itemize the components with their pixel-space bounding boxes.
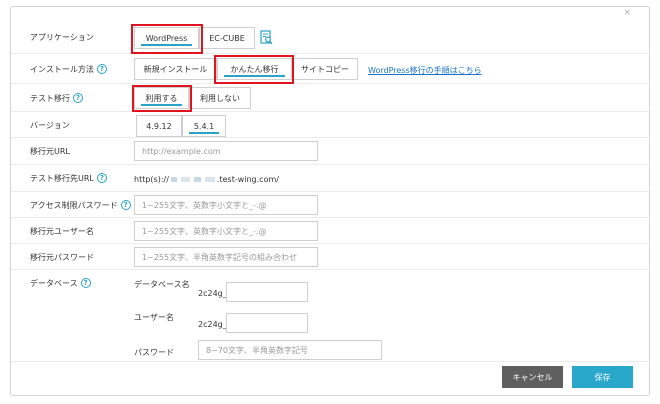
row-source-user: 移行元ユーザー名 1~255文字、英数字小文字と_-.@ — [11, 218, 651, 244]
db-name-input[interactable] — [226, 282, 308, 302]
migration-guide-link[interactable]: WordPress移行の手順はこちら — [368, 65, 482, 76]
option-new-install[interactable]: 新規インストール — [134, 58, 217, 80]
row-application: アプリケーション WordPress EC-CUBE — [11, 21, 651, 54]
db-user-input[interactable] — [226, 313, 308, 333]
help-icon[interactable]: ? — [120, 200, 131, 210]
db-name-prefix: 2c24g_ — [198, 289, 227, 298]
migration-form-panel: × アプリケーション WordPress EC-CUBE インストール方法? 新… — [10, 6, 651, 396]
row-version: バージョン 4.9.12 5.4.1 — [11, 112, 651, 138]
access-password-label: アクセス制限パスワード? — [30, 199, 131, 211]
db-password-label: パスワード — [134, 348, 174, 357]
db-name-label: データベース名 — [134, 280, 190, 289]
option-version-4912[interactable]: 4.9.12 — [136, 115, 182, 137]
row-test-url: テスト移行先URL? http(s)://.test-wing.com/ — [11, 165, 651, 192]
option-use[interactable]: 利用する — [134, 87, 189, 109]
option-wordpress[interactable]: WordPress — [134, 27, 199, 49]
row-source-password: 移行元パスワード 1~255文字、半角英数字記号の組み合わせ — [11, 244, 651, 270]
source-user-label: 移行元ユーザー名 — [30, 226, 94, 236]
db-password-input[interactable]: 8~70文字、半角英数字記号 — [198, 340, 382, 360]
search-document-icon[interactable] — [260, 30, 273, 45]
cancel-button[interactable]: キャンセル — [502, 366, 563, 388]
option-version-541[interactable]: 5.4.1 — [182, 115, 226, 137]
row-test-migration: テスト移行? 利用する 利用しない — [11, 84, 651, 112]
install-method-label: インストール方法? — [30, 63, 107, 75]
test-url-label: テスト移行先URL? — [30, 172, 107, 184]
db-user-label: ユーザー名 — [134, 313, 174, 322]
application-label: アプリケーション — [30, 32, 94, 42]
close-icon[interactable]: × — [623, 8, 631, 18]
access-password-input[interactable]: 1~255文字、英数字小文字と_-.@ — [134, 195, 318, 215]
help-icon[interactable]: ? — [96, 173, 107, 183]
database-label: データベース? — [30, 277, 91, 289]
source-url-input[interactable]: http://example.com — [134, 141, 318, 161]
version-label: バージョン — [30, 120, 70, 130]
help-icon[interactable]: ? — [80, 278, 91, 288]
source-user-input[interactable]: 1~255文字、英数字小文字と_-.@ — [134, 221, 318, 241]
save-button[interactable]: 保存 — [572, 366, 633, 388]
source-url-label: 移行元URL — [30, 146, 70, 156]
source-password-input[interactable]: 1~255文字、半角英数字記号の組み合わせ — [134, 247, 318, 267]
option-ec-cube[interactable]: EC-CUBE — [199, 27, 255, 49]
help-icon[interactable]: ? — [96, 64, 107, 74]
option-site-copy[interactable]: サイトコピー — [292, 58, 358, 80]
row-install-method: インストール方法? 新規インストール かんたん移行 サイトコピー WordPre… — [11, 54, 651, 84]
test-migration-label: テスト移行? — [30, 92, 83, 104]
row-database: データベース? データベース名 2c24g_ ユーザー名 2c24g_ パスワー… — [11, 270, 651, 362]
row-access-password: アクセス制限パスワード? 1~255文字、英数字小文字と_-.@ — [11, 192, 651, 218]
db-user-prefix: 2c24g_ — [198, 320, 227, 329]
option-not-use[interactable]: 利用しない — [189, 87, 251, 109]
option-easy-migration[interactable]: かんたん移行 — [217, 58, 292, 80]
test-url-value: http(s)://.test-wing.com/ — [134, 175, 279, 184]
help-icon[interactable]: ? — [73, 93, 83, 103]
row-source-url: 移行元URL http://example.com — [11, 138, 651, 165]
source-password-label: 移行元パスワード — [30, 252, 94, 262]
